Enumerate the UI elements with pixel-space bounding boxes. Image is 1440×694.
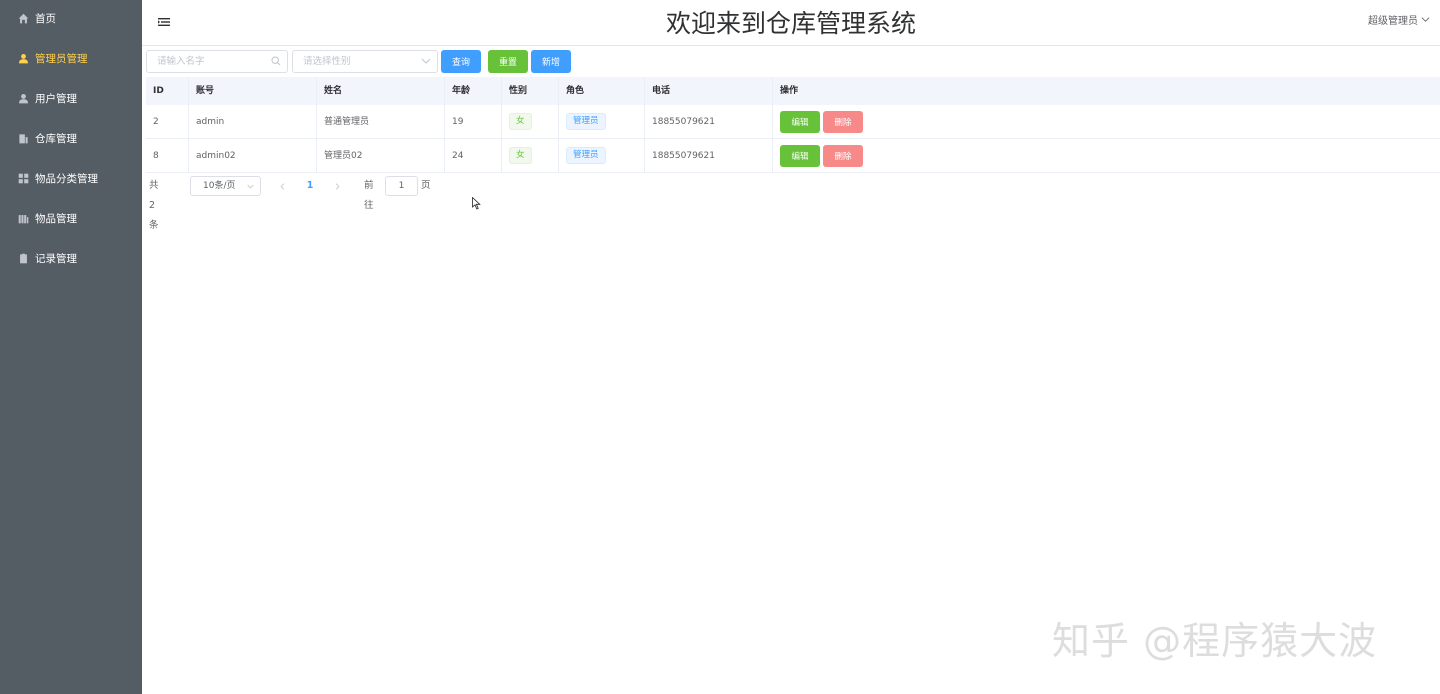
edit-button[interactable]: 编辑: [780, 111, 820, 133]
sex-select[interactable]: [292, 50, 438, 73]
column-header-actions: 操作: [780, 86, 799, 96]
sex-tag: 女: [509, 147, 532, 164]
page-size-select[interactable]: 10条/页: [190, 176, 261, 196]
sidebar-item-label: 首页: [35, 12, 56, 25]
app-root: 首页 管理员管理 用户管理 仓库管理 物品分类管理 物品管理 记录管理 欢迎来到…: [0, 0, 1440, 694]
cell-account: admin02: [196, 151, 236, 161]
cell-sex: 女: [502, 139, 532, 173]
sidebar-item-label: 物品分类管理: [35, 172, 98, 185]
page-title: 欢迎来到仓库管理系统: [665, 9, 916, 38]
goods-icon: [17, 212, 29, 224]
cell-role: 管理员: [559, 139, 606, 173]
sidebar-item-admin-management[interactable]: 管理员管理: [0, 40, 142, 76]
sidebar-item-goods-management[interactable]: 物品管理: [0, 200, 142, 236]
goto-page-input[interactable]: [385, 176, 418, 196]
role-tag: 管理员: [566, 113, 606, 130]
cell-sex: 女: [502, 105, 532, 139]
column-divider: [772, 77, 773, 173]
mouse-cursor-icon: [472, 197, 481, 210]
page-suffix: 页: [421, 180, 431, 191]
cell-id: 8: [153, 151, 159, 161]
sidebar-item-record-management[interactable]: 记录管理: [0, 240, 142, 276]
column-header-role: 角色: [566, 86, 585, 96]
office-building-icon: [17, 132, 29, 144]
table-row: 8 admin02 管理员02 24 女 管理员 18855079621 编辑 …: [146, 139, 1440, 173]
sidebar-item-category-management[interactable]: 物品分类管理: [0, 160, 142, 196]
user-name: 超级管理员: [1368, 16, 1418, 27]
cell-name: 管理员02: [324, 151, 363, 161]
cell-name: 普通管理员: [324, 117, 370, 127]
cell-account: admin: [196, 117, 225, 127]
column-header-phone: 电话: [652, 86, 671, 96]
sidebar-item-warehouse-management[interactable]: 仓库管理: [0, 120, 142, 156]
column-header-name: 姓名: [324, 86, 343, 96]
header: 欢迎来到仓库管理系统 超级管理员: [142, 0, 1440, 46]
prev-page-button[interactable]: [276, 176, 288, 196]
column-divider: [316, 77, 317, 173]
sidebar-item-label: 物品管理: [35, 212, 77, 225]
add-button[interactable]: 新增: [531, 50, 571, 73]
column-divider: [188, 77, 189, 173]
column-divider: [558, 77, 559, 173]
chevron-down-icon: [247, 184, 254, 189]
name-search-input[interactable]: [146, 50, 288, 73]
page-number-current[interactable]: 1: [304, 176, 316, 196]
reset-button[interactable]: 重置: [488, 50, 528, 73]
chevron-down-icon: [421, 58, 431, 64]
sidebar-item-home[interactable]: 首页: [0, 0, 142, 36]
cell-id: 2: [153, 117, 159, 127]
column-divider: [644, 77, 645, 173]
sidebar-item-label: 记录管理: [35, 252, 77, 265]
role-tag: 管理员: [566, 147, 606, 164]
column-divider: [444, 77, 445, 173]
edit-button[interactable]: 编辑: [780, 145, 820, 167]
column-header-id: ID: [153, 86, 164, 96]
table-row: 2 admin 普通管理员 19 女 管理员 18855079621 编辑 删除: [146, 105, 1440, 139]
sidebar: 首页 管理员管理 用户管理 仓库管理 物品分类管理 物品管理 记录管理: [0, 0, 142, 694]
chevron-right-icon: [335, 182, 339, 190]
goto-label: 前往: [364, 180, 374, 211]
cell-phone: 18855079621: [652, 117, 715, 127]
sex-tag: 女: [509, 113, 532, 130]
home-icon: [17, 12, 29, 24]
column-header-age: 年龄: [452, 86, 471, 96]
grid-icon: [17, 172, 29, 184]
column-divider: [501, 77, 502, 173]
next-page-button[interactable]: [331, 176, 343, 196]
sidebar-item-label: 管理员管理: [35, 52, 88, 65]
sidebar-item-user-management[interactable]: 用户管理: [0, 80, 142, 116]
cell-phone: 18855079621: [652, 151, 715, 161]
delete-button[interactable]: 删除: [823, 145, 863, 167]
column-header-account: 账号: [196, 86, 215, 96]
search-icon: [271, 56, 281, 66]
watermark: 知乎 @程序猿大波: [1052, 619, 1378, 663]
cell-role: 管理员: [559, 105, 606, 139]
chevron-left-icon: [280, 182, 284, 190]
chevron-down-icon: [1421, 17, 1430, 22]
cell-age: 24: [452, 151, 464, 161]
table-header: ID 账号 姓名 年龄 性别 角色 电话 操作: [146, 77, 1440, 105]
document-icon: [17, 252, 29, 264]
pagination-total: 共 2 条: [149, 180, 159, 231]
query-button[interactable]: 查询: [441, 50, 481, 73]
sidebar-item-label: 仓库管理: [35, 132, 77, 145]
user-icon: [17, 92, 29, 104]
cell-age: 19: [452, 117, 464, 127]
sidebar-item-label: 用户管理: [35, 92, 77, 105]
user-dropdown[interactable]: 超级管理员: [1368, 12, 1430, 27]
column-header-sex: 性别: [509, 86, 528, 96]
user-icon: [17, 52, 29, 64]
page-size-value: 10条/页: [203, 181, 236, 191]
delete-button[interactable]: 删除: [823, 111, 863, 133]
